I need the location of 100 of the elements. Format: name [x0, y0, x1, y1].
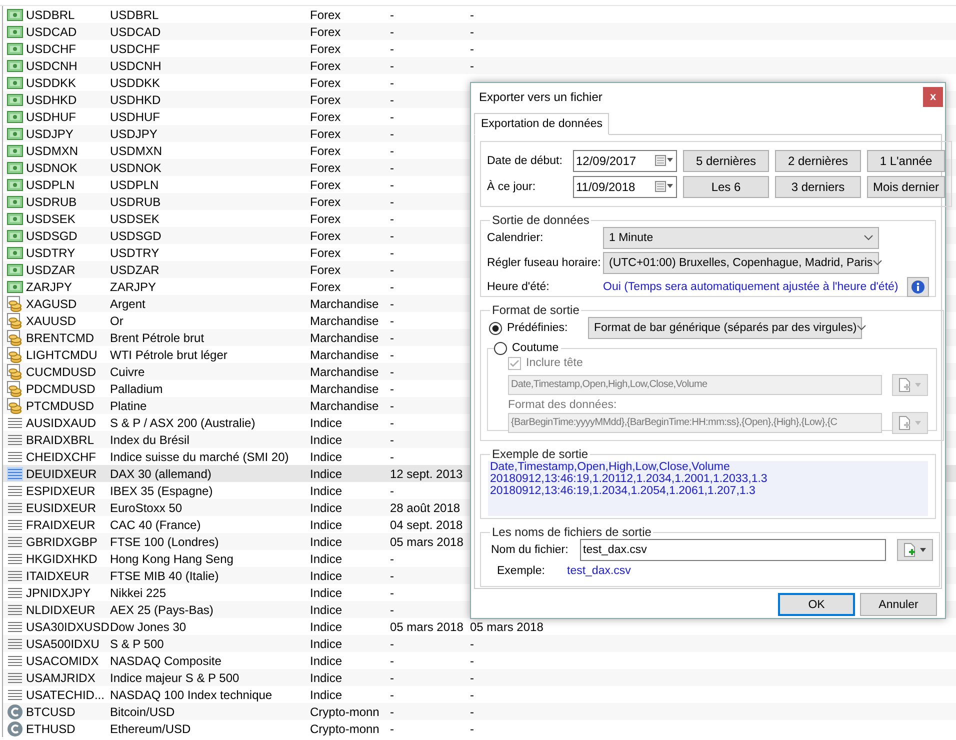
- table-cell-text: Indice: [310, 414, 344, 432]
- table-cell-text: -: [470, 24, 475, 40]
- table-cell-text: -: [390, 482, 395, 500]
- table-cell-text: -: [470, 40, 475, 58]
- radio-label: Prédéfinies:: [507, 321, 569, 335]
- table-cell-text: -: [390, 40, 395, 58]
- table-cell-text: FRAIDXEUR: [26, 516, 96, 534]
- table-cell-text: XAUUSD: [26, 312, 78, 330]
- table-cell-text: BRAIDXBRL: [26, 432, 96, 448]
- table-cell-text: -: [390, 568, 395, 584]
- table-cell-text: -: [390, 636, 395, 652]
- table-cell-text: Dow Jones 30: [110, 618, 188, 636]
- table-cell-text: -: [390, 414, 395, 432]
- table-cell-text: Indice: [310, 448, 344, 466]
- table-cell-text: Platine: [110, 398, 148, 414]
- table-cell-text: AEX 25 (Pays-Bas): [110, 602, 214, 618]
- table-cell-text: -: [390, 448, 395, 466]
- table-cell-text: 05 mars 2018: [470, 618, 544, 636]
- table-cell-text: Cuivre: [110, 364, 146, 380]
- table-cell-text: NLDIDXEUR: [26, 602, 96, 618]
- table-cell-text: -: [470, 6, 475, 24]
- table-cell-text: Forex: [310, 210, 342, 228]
- table-cell-text: -: [390, 210, 395, 228]
- table-cell-text: USDZAR: [110, 262, 160, 278]
- table-cell-text: Forex: [310, 142, 342, 160]
- table-cell-text: Index du Brésil: [110, 432, 190, 448]
- table-cell-text: -: [470, 652, 475, 670]
- table-cell-text: 04 sept. 2018: [390, 516, 464, 534]
- table-cell-text: IBEX 35 (Espagne): [110, 482, 214, 500]
- table-cell-text: Indice: [310, 500, 344, 516]
- table-cell-text: -: [390, 142, 395, 160]
- group-title: Format de sortie: [491, 303, 580, 317]
- table-cell-text: USDBRL: [110, 6, 160, 24]
- table-cell-text: -: [390, 194, 395, 210]
- table-cell-text: ESPIDXEUR: [26, 482, 96, 500]
- table-cell-text: USDJPY: [110, 126, 158, 142]
- table-cell-text: AUSIDXAUD: [26, 414, 98, 432]
- table-cell-text: -: [390, 262, 395, 278]
- table-cell-text: Crypto-monn: [310, 720, 380, 738]
- table-cell-text: JPNIDXJPY: [26, 584, 92, 602]
- table-cell-text: CHEIDXCHF: [26, 448, 98, 466]
- table-cell-text: CUCMDUSD: [26, 364, 97, 380]
- output-line: 20180912,13:46:19,1.20112,1.2034,1.2001,1.2033,1.3: [490, 473, 768, 485]
- table-cell-text: Forex: [310, 176, 342, 194]
- table-cell-text: -: [390, 330, 395, 346]
- table-cell-text: USDNOK: [26, 160, 78, 176]
- table-cell-text: Marchandise: [310, 380, 380, 398]
- table-cell-text: Forex: [310, 92, 342, 108]
- table-cell-text: Forex: [310, 40, 342, 58]
- table-cell-text: Indice: [310, 568, 344, 584]
- table-cell-text: Indice: [310, 636, 344, 652]
- output-line: 20180912,13:46:19,1.2034,1.2054,1.2061,1.207,1.3: [490, 485, 756, 497]
- table-cell-text: PDCMDUSD: [26, 380, 96, 398]
- table-cell-text: Forex: [310, 262, 342, 278]
- table-cell-text: USDCAD: [26, 24, 78, 40]
- table-cell-text: Indice: [310, 652, 344, 670]
- table-cell-text: 28 août 2018: [390, 500, 462, 516]
- table-cell-text: USDSEK: [110, 210, 160, 228]
- table-cell-text: USDSGD: [110, 228, 162, 244]
- table-cell-text: USDCNH: [110, 58, 162, 74]
- table-cell-text: USDHUF: [26, 108, 77, 126]
- table-cell-text: NASDAQ 100 Index technique: [110, 686, 274, 704]
- table-cell-text: Indice: [310, 432, 344, 448]
- table-cell-text: Or: [110, 312, 124, 330]
- table-cell-text: Argent: [110, 296, 146, 312]
- table-cell-text: EUSIDXEUR: [26, 500, 98, 516]
- table-cell-text: BTCUSD: [26, 704, 76, 720]
- table-cell-text: Palladium: [110, 380, 164, 398]
- table-cell-text: DEUIDXEUR: [26, 466, 98, 482]
- table-cell-text: -: [390, 686, 395, 704]
- table-cell-text: USDZAR: [26, 262, 76, 278]
- table-cell-text: Forex: [310, 24, 342, 40]
- table-cell-text: -: [390, 108, 395, 126]
- table-cell-text: Hong Kong Hang Seng: [110, 550, 234, 568]
- table-cell-text: Nikkei 225: [110, 584, 168, 602]
- table-cell-text: LIGHTCMDU: [26, 346, 98, 364]
- table-cell-text: USDRUB: [26, 194, 78, 210]
- table-cell-text: Indice: [310, 584, 344, 602]
- table-cell-text: Forex: [310, 160, 342, 176]
- table-cell-text: Indice: [310, 618, 344, 636]
- table-cell-text: -: [390, 550, 395, 568]
- table-cell-text: Indice: [310, 516, 344, 534]
- table-cell-text: USA30IDXUSD: [26, 618, 110, 636]
- table-cell-text: Indice: [310, 482, 344, 500]
- table-cell-text: USDCNH: [26, 58, 78, 74]
- table-cell-text: -: [390, 652, 395, 670]
- table-cell-text: BRENTCMD: [26, 330, 95, 346]
- table-cell-text: ZARJPY: [110, 278, 158, 296]
- table-cell-text: -: [390, 244, 395, 262]
- table-cell-text: Marchandise: [310, 346, 380, 364]
- table-cell-text: Indice: [310, 466, 344, 482]
- field-label: Calendrier:: [487, 231, 544, 245]
- table-cell-text: USDCAD: [110, 24, 162, 40]
- table-cell-text: XAGUSD: [26, 296, 78, 312]
- table-cell-text: Bitcoin/USD: [110, 704, 176, 720]
- table-cell-text: Indice: [310, 534, 344, 550]
- table-cell-text: -: [390, 92, 395, 108]
- table-cell-text: -: [390, 160, 395, 176]
- table-cell-text: Forex: [310, 228, 342, 244]
- table-cell-text: FTSE 100 (Londres): [110, 534, 220, 550]
